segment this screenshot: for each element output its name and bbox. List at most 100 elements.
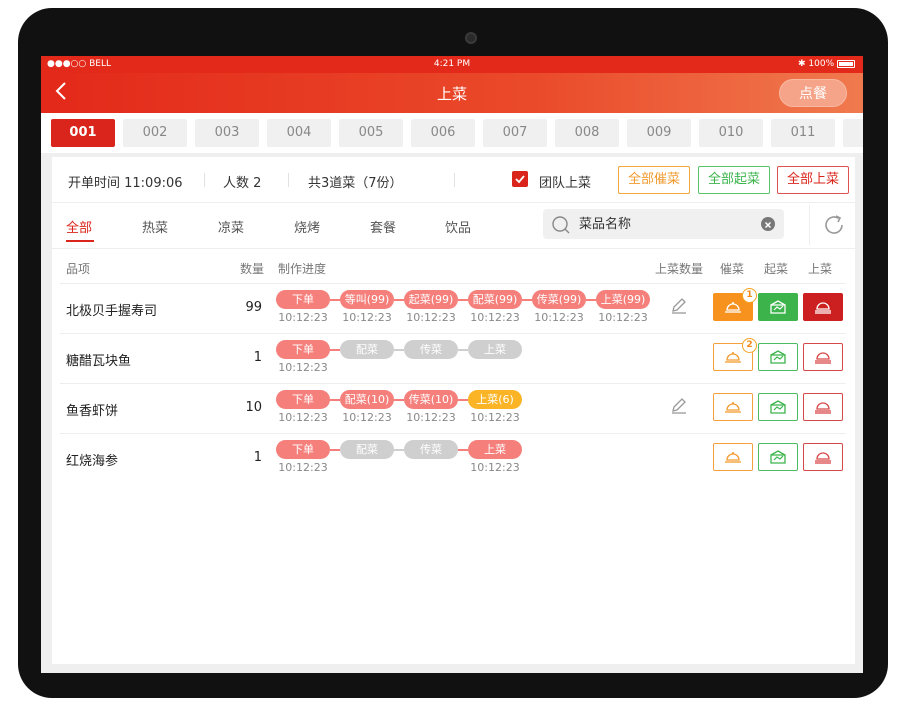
table-tab-006[interactable]: 006 bbox=[411, 119, 475, 147]
step-pill: 传菜 bbox=[404, 340, 458, 359]
chart-icon bbox=[770, 350, 786, 364]
urge-button[interactable] bbox=[713, 393, 753, 421]
edit-pencil-icon[interactable] bbox=[669, 396, 689, 420]
step-time: 10:12:23 bbox=[406, 311, 456, 324]
step-connector bbox=[330, 299, 340, 301]
refresh-icon[interactable] bbox=[822, 213, 846, 237]
urge-button[interactable]: 2 bbox=[713, 338, 757, 371]
step-pill: 下单 bbox=[276, 440, 330, 459]
urge-button[interactable] bbox=[713, 443, 753, 471]
step-pill: 上菜 bbox=[468, 340, 522, 359]
search-box[interactable] bbox=[543, 209, 784, 239]
search-input[interactable] bbox=[579, 214, 749, 234]
start-button[interactable] bbox=[758, 393, 798, 421]
start-button[interactable] bbox=[758, 443, 798, 471]
col-progress: 制作进度 bbox=[278, 262, 327, 276]
bell-icon bbox=[725, 352, 741, 363]
clear-icon[interactable] bbox=[761, 217, 775, 231]
step-connector bbox=[394, 299, 404, 301]
table-tab-012[interactable]: 012 bbox=[843, 119, 863, 147]
dish-total: 共3道菜（7份） bbox=[308, 176, 403, 191]
team-serve-label: 团队上菜 bbox=[539, 176, 592, 191]
team-serve-checkbox[interactable] bbox=[512, 171, 528, 187]
table-tab-010[interactable]: 010 bbox=[699, 119, 763, 147]
nav-bar: 上菜 点餐 bbox=[41, 73, 863, 113]
start-button[interactable] bbox=[758, 293, 798, 321]
step-time: 10:12:23 bbox=[342, 311, 392, 324]
start-all-button[interactable]: 全部起菜 bbox=[698, 166, 770, 194]
col-item: 品项 bbox=[66, 262, 91, 276]
cloche-icon bbox=[815, 352, 831, 364]
serve-all-button[interactable]: 全部上菜 bbox=[777, 166, 849, 194]
table-tab-005[interactable]: 005 bbox=[339, 119, 403, 147]
step-pill: 传菜 bbox=[404, 440, 458, 459]
table-row: 糖醋瓦块鱼 1 下单 10:12:23 配菜 传菜 上菜 2 bbox=[60, 333, 846, 383]
table-header: 品项 数量 制作进度 上菜数量 催菜 起菜 上菜 bbox=[52, 249, 855, 283]
urge-count-badge: 1 bbox=[742, 288, 757, 303]
step-pill: 传菜(99) bbox=[532, 290, 586, 309]
bluetooth-icon: ✱ bbox=[797, 59, 806, 69]
table-tab-003[interactable]: 003 bbox=[195, 119, 259, 147]
step-pill: 等叫(99) bbox=[340, 290, 394, 309]
step-time: 10:12:23 bbox=[470, 311, 520, 324]
edit-pencil-icon[interactable] bbox=[669, 296, 689, 320]
step-time: 10:12:23 bbox=[278, 411, 328, 424]
cloche-icon bbox=[815, 452, 831, 464]
table-row: 红烧海参 1 下单 10:12:23 配菜 传菜 上菜 10:12:23 bbox=[60, 433, 846, 483]
category-tab-4[interactable]: 套餐 bbox=[370, 217, 396, 236]
check-icon bbox=[515, 175, 525, 184]
step-time: 10:12:23 bbox=[278, 311, 328, 324]
step-time: 10:12:23 bbox=[278, 461, 328, 474]
order-info-bar: 开单时间 11:09:06 人数 2 共3道菜（7份） 团队上菜 全部催菜 全部… bbox=[52, 157, 855, 203]
step-pill: 上菜 bbox=[468, 440, 522, 459]
table-tab-009[interactable]: 009 bbox=[627, 119, 691, 147]
step-time: 10:12:23 bbox=[598, 311, 648, 324]
category-filter-bar: 全部 热菜 凉菜 烧烤 套餐 饮品 bbox=[52, 203, 855, 249]
step-time: 10:12:23 bbox=[406, 411, 456, 424]
step-pill: 配菜(99) bbox=[468, 290, 522, 309]
camera-dot bbox=[465, 32, 477, 44]
table-tab-002[interactable]: 002 bbox=[123, 119, 187, 147]
category-tab-1[interactable]: 热菜 bbox=[142, 217, 168, 236]
step-pill: 下单 bbox=[276, 290, 330, 309]
divider bbox=[454, 173, 455, 187]
step-pill: 配菜 bbox=[340, 440, 394, 459]
col-start: 起菜 bbox=[764, 262, 789, 276]
col-qty: 数量 bbox=[240, 262, 265, 276]
open-time: 开单时间 11:09:06 bbox=[68, 176, 183, 191]
serve-button[interactable] bbox=[803, 293, 843, 321]
category-tab-0[interactable]: 全部 bbox=[66, 217, 92, 236]
step-time: 10:12:23 bbox=[470, 411, 520, 424]
clock: 4:21 PM bbox=[433, 59, 471, 69]
table-tab-004[interactable]: 004 bbox=[267, 119, 331, 147]
divider bbox=[288, 173, 289, 187]
category-tab-5[interactable]: 饮品 bbox=[445, 217, 471, 236]
urge-all-button[interactable]: 全部催菜 bbox=[618, 166, 690, 194]
step-connector bbox=[458, 449, 468, 451]
chart-icon bbox=[770, 450, 786, 464]
start-button[interactable] bbox=[758, 343, 798, 371]
step-pill: 上菜(99) bbox=[596, 290, 650, 309]
category-tab-3[interactable]: 烧烤 bbox=[294, 217, 320, 236]
serve-button[interactable] bbox=[803, 393, 843, 421]
table-tab-001[interactable]: 001 bbox=[51, 119, 115, 147]
step-connector bbox=[586, 299, 596, 301]
serve-button[interactable] bbox=[803, 443, 843, 471]
step-connector bbox=[458, 399, 468, 401]
category-tab-2[interactable]: 凉菜 bbox=[218, 217, 244, 236]
col-served-qty: 上菜数量 bbox=[655, 262, 704, 276]
chart-icon bbox=[770, 300, 786, 314]
step-time: 10:12:23 bbox=[534, 311, 584, 324]
step-pill: 下单 bbox=[276, 390, 330, 409]
bell-icon bbox=[725, 302, 741, 313]
step-time: 10:12:23 bbox=[278, 361, 328, 374]
step-connector bbox=[330, 399, 340, 401]
table-tab-008[interactable]: 008 bbox=[555, 119, 619, 147]
table-tabs: 001 002 003 004 005 006 007 008 009 010 011 012 bbox=[41, 113, 863, 153]
order-button[interactable]: 点餐 bbox=[779, 79, 847, 107]
serve-button[interactable] bbox=[803, 343, 843, 371]
table-tab-011[interactable]: 011 bbox=[771, 119, 835, 147]
search-icon bbox=[552, 216, 570, 234]
table-tab-007[interactable]: 007 bbox=[483, 119, 547, 147]
urge-button[interactable]: 1 bbox=[713, 288, 757, 321]
